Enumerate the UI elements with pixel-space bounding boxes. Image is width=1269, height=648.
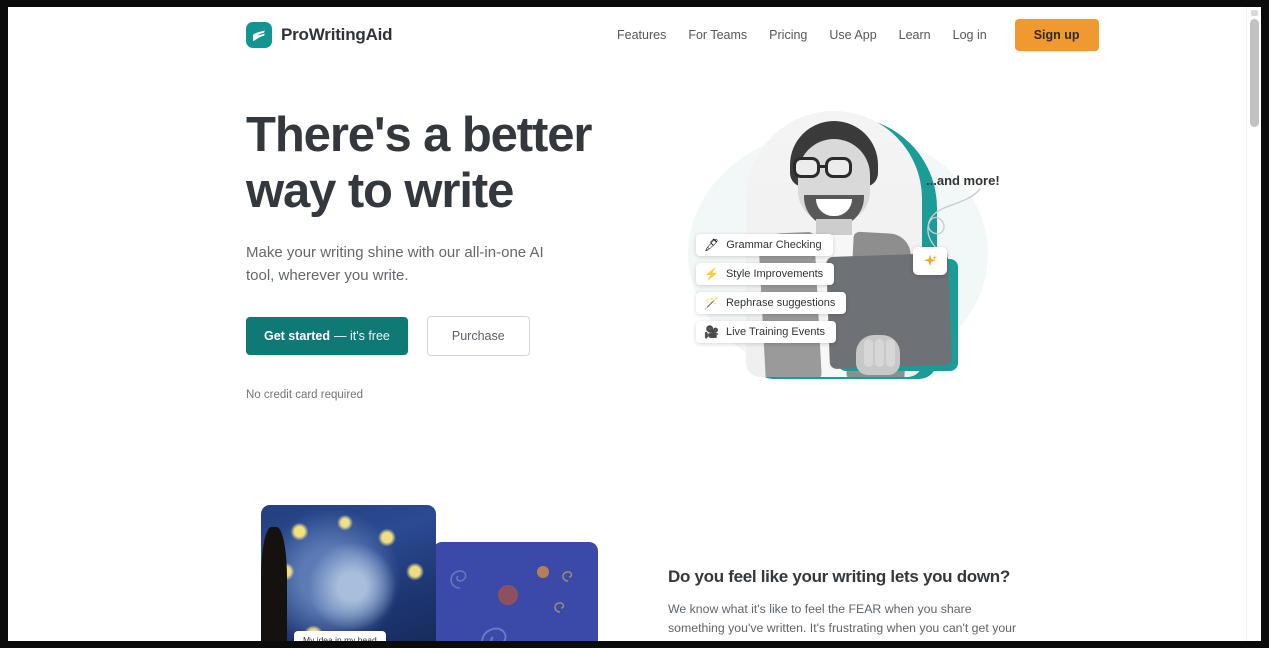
video-camera-icon: 🎥 bbox=[704, 325, 719, 339]
scrollbar-thumb[interactable] bbox=[1250, 19, 1259, 127]
chip-label: Style Improvements bbox=[725, 268, 824, 280]
glasses-bridge bbox=[820, 165, 825, 168]
starry-night-painting bbox=[261, 505, 436, 641]
book-pages-icon bbox=[246, 22, 272, 48]
chip-style-improvements: ⚡ Style Improvements bbox=[696, 263, 835, 285]
nav-item-log-in[interactable]: Log in bbox=[942, 20, 998, 50]
sparkle-icon bbox=[913, 247, 947, 275]
hero-actions: Get started — it's free Purchase bbox=[246, 316, 636, 356]
person-finger bbox=[886, 339, 895, 367]
site-header: ProWritingAid Features For Teams Pricing… bbox=[8, 7, 1246, 63]
star-icon bbox=[554, 602, 565, 613]
cypress-tree bbox=[261, 527, 287, 641]
brand-name: ProWritingAid bbox=[281, 25, 393, 44]
scrollbar-top-cap[interactable] bbox=[1251, 10, 1258, 16]
star-icon bbox=[562, 571, 573, 582]
chip-grammar-checking: 🖋 Grammar Checking bbox=[696, 234, 833, 256]
chip-rephrase-suggestions: 🪄 Rephrase suggestions bbox=[696, 292, 847, 314]
magic-wand-icon: 🪄 bbox=[704, 296, 719, 310]
and-more-label: ...and more! bbox=[926, 173, 1000, 188]
lower-copy: Do you feel like your writing lets you d… bbox=[668, 567, 1020, 641]
sign-up-button[interactable]: Sign up bbox=[1014, 19, 1099, 51]
hero-title: There's a better way to write bbox=[246, 108, 592, 218]
nav-item-for-teams[interactable]: For Teams bbox=[677, 20, 758, 50]
vertical-scrollbar[interactable] bbox=[1246, 7, 1261, 641]
glasses-left-lens bbox=[793, 157, 820, 178]
sun-icon bbox=[498, 585, 518, 605]
window-frame-right bbox=[1261, 0, 1269, 648]
simplified-blue-painting bbox=[433, 542, 598, 641]
hero-illustration: ...and more! 🖋 Grammar Checking ⚡ Style … bbox=[668, 107, 1018, 397]
hero-copy: There's a better way to write Make your … bbox=[246, 107, 636, 401]
person-finger bbox=[864, 339, 873, 367]
glasses-right-lens bbox=[825, 157, 852, 178]
swirl-icon bbox=[543, 634, 575, 641]
nav-item-use-app[interactable]: Use App bbox=[818, 20, 887, 50]
window-frame-bottom bbox=[0, 641, 1269, 648]
swirl-icon bbox=[481, 627, 507, 641]
feature-chip-list: 🖋 Grammar Checking ⚡ Style Improvements … bbox=[696, 234, 847, 343]
browser-window: ProWritingAid Features For Teams Pricing… bbox=[0, 0, 1269, 648]
purchase-button[interactable]: Purchase bbox=[426, 316, 530, 356]
main-navigation: Features For Teams Pricing Use App Learn… bbox=[606, 19, 1099, 51]
window-frame-left bbox=[0, 0, 8, 648]
get-started-suffix: — it's free bbox=[334, 329, 390, 343]
chip-live-training-events: 🎥 Live Training Events bbox=[696, 321, 837, 343]
hero-subtitle: Make your writing shine with our all-in-… bbox=[246, 244, 544, 284]
nav-item-learn[interactable]: Learn bbox=[888, 20, 942, 50]
get-started-button[interactable]: Get started — it's free bbox=[246, 317, 408, 355]
page-viewport: ProWritingAid Features For Teams Pricing… bbox=[8, 7, 1261, 641]
star-icon bbox=[537, 566, 549, 578]
lower-section-body: We know what it's like to feel the FEAR … bbox=[668, 602, 1017, 641]
chip-label: Rephrase suggestions bbox=[725, 297, 836, 309]
person-finger bbox=[875, 339, 884, 367]
get-started-label: Get started bbox=[264, 329, 330, 343]
lower-illustration: My idea in my head bbox=[246, 497, 646, 641]
lower-section-title: Do you feel like your writing lets you d… bbox=[668, 567, 1010, 586]
webpage: ProWritingAid Features For Teams Pricing… bbox=[8, 7, 1246, 641]
window-frame-top bbox=[0, 0, 1269, 7]
chip-label: Live Training Events bbox=[725, 326, 826, 338]
no-credit-card-note: No credit card required bbox=[246, 389, 363, 401]
lightning-icon: ⚡ bbox=[704, 267, 719, 281]
swirl-icon bbox=[450, 570, 467, 589]
my-idea-label: My idea in my head bbox=[294, 631, 386, 641]
chip-label: Grammar Checking bbox=[726, 239, 822, 251]
nav-item-features[interactable]: Features bbox=[606, 20, 677, 50]
pen-icon: 🖋 bbox=[704, 238, 720, 252]
nav-item-pricing[interactable]: Pricing bbox=[758, 20, 818, 50]
brand-logo-link[interactable]: ProWritingAid bbox=[246, 22, 393, 48]
